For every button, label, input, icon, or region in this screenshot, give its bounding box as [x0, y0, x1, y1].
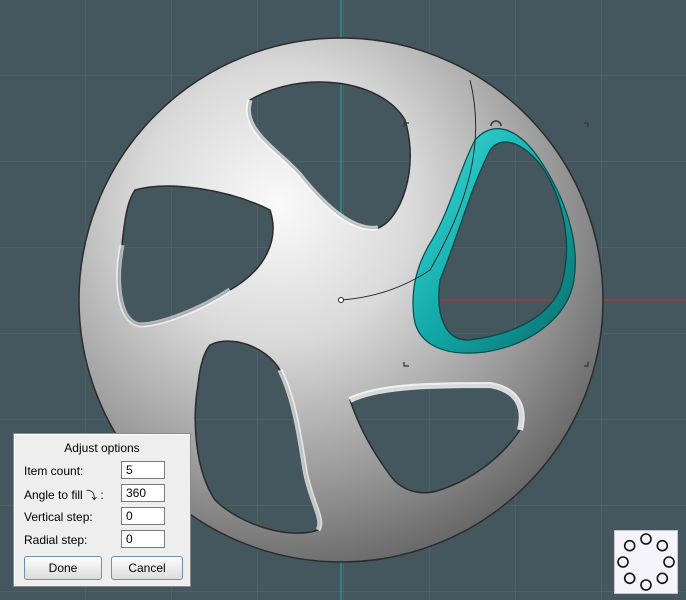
dialog-title: Adjust options [64, 441, 140, 455]
adjust-options-dialog: Adjust options Item count: Angle to fill… [13, 433, 191, 587]
cancel-button[interactable]: Cancel [111, 556, 183, 580]
angle-to-fill-label: Angle to fill [24, 488, 83, 502]
vertical-step-input[interactable] [121, 507, 165, 525]
angle-to-fill-input[interactable] [121, 484, 165, 502]
vertical-step-label: Vertical step: [24, 510, 93, 524]
angle-to-fill-row: Angle to fill ⤵ : [24, 484, 190, 504]
done-button[interactable]: Done [24, 556, 102, 580]
item-count-label: Item count: [24, 464, 84, 478]
radial-step-input[interactable] [121, 530, 165, 548]
angle-to-fill-colon: : [100, 488, 104, 502]
radial-step-label: Radial step: [24, 533, 88, 547]
item-count-row: Item count: [24, 461, 190, 481]
circular-pattern-icon[interactable] [614, 530, 678, 594]
radial-step-row: Radial step: [24, 530, 190, 550]
angle-arrow-icon: ⤵ [86, 490, 98, 502]
3d-viewport[interactable]: Adjust options Item count: Angle to fill… [0, 0, 686, 600]
center-point[interactable] [338, 297, 344, 303]
vertical-step-row: Vertical step: [24, 507, 190, 527]
item-count-input[interactable] [121, 461, 165, 479]
